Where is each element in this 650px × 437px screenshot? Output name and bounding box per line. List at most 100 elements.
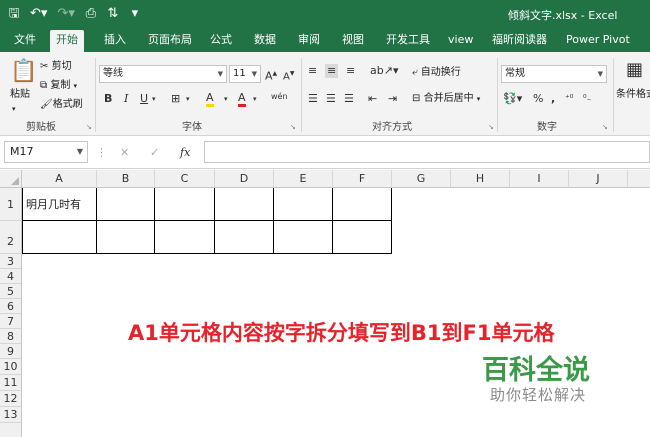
number-format-select[interactable]: 常规 ▼ <box>501 65 607 83</box>
save-icon[interactable]: 🖫 <box>8 5 20 23</box>
paste-dropdown-icon[interactable]: ▾ <box>12 102 16 116</box>
tab-file[interactable]: 文件 <box>8 30 42 52</box>
cell-c1[interactable] <box>155 188 215 221</box>
underline-dropdown-icon[interactable]: ▾ <box>152 92 156 106</box>
align-right-icon[interactable]: ☰ <box>344 92 354 106</box>
align-center-icon[interactable]: ☰ <box>326 92 336 106</box>
border-icon[interactable]: ⊞ <box>171 92 180 106</box>
row-header-8[interactable]: 8 <box>0 329 22 344</box>
undo-icon[interactable]: ↶▾ <box>30 5 47 23</box>
tab-home[interactable]: 开始 <box>50 30 84 52</box>
row-header-11[interactable]: 11 <box>0 375 22 391</box>
phonetic-icon[interactable]: wén <box>271 90 288 104</box>
align-middle-icon[interactable]: ≡ <box>325 64 339 78</box>
col-header-c[interactable]: C <box>155 170 215 188</box>
col-header-j[interactable]: J <box>569 170 628 188</box>
font-name-select[interactable]: 等线 ▼ <box>99 65 227 83</box>
border-dropdown-icon[interactable]: ▾ <box>186 92 190 106</box>
decrease-indent-icon[interactable]: ⇤ <box>368 92 377 106</box>
cell-d1[interactable] <box>215 188 274 221</box>
row-header-3[interactable]: 3 <box>0 254 22 269</box>
row-header-10[interactable]: 10 <box>0 359 22 375</box>
decrease-decimal-icon[interactable]: ⁰₋ <box>583 92 591 106</box>
row-header-12[interactable]: 12 <box>0 391 22 407</box>
insert-function-icon[interactable]: fx <box>180 146 190 159</box>
italic-button[interactable]: I <box>124 92 128 106</box>
row-header-7[interactable]: 7 <box>0 314 22 329</box>
print-preview-icon[interactable]: ⎙ <box>85 5 97 23</box>
cell-c2[interactable] <box>155 221 215 254</box>
format-painter-button[interactable]: 🖌格式刷 <box>40 98 83 112</box>
comma-button[interactable]: , <box>551 92 555 106</box>
cancel-icon[interactable]: ✕ <box>120 146 129 159</box>
cell-f2[interactable] <box>333 221 392 254</box>
decrease-font-icon[interactable]: A▼ <box>283 67 294 84</box>
fill-color-icon[interactable]: A <box>206 92 214 107</box>
cell-a1[interactable]: 明月几时有 <box>22 188 97 221</box>
tab-foxit[interactable]: 福昕阅读器 <box>486 30 553 52</box>
increase-decimal-icon[interactable]: ⁺⁰ <box>565 92 573 106</box>
sort-icon[interactable]: ⇅ <box>107 5 119 23</box>
font-color-icon[interactable]: A <box>238 92 246 107</box>
tab-page-layout[interactable]: 页面布局 <box>142 30 198 52</box>
tab-view[interactable]: 视图 <box>336 30 370 52</box>
clipboard-launcher-icon[interactable]: ↘ <box>86 123 92 131</box>
tab-insert[interactable]: 插入 <box>98 30 132 52</box>
row-header-13[interactable]: 13 <box>0 407 22 423</box>
increase-font-icon[interactable]: A▲ <box>265 67 277 84</box>
paste-button[interactable]: 粘贴 <box>10 88 30 102</box>
tab-power-pivot[interactable]: Power Pivot <box>560 30 636 52</box>
cell-d2[interactable] <box>215 221 274 254</box>
accounting-format-icon[interactable]: 💱▾ <box>503 92 522 106</box>
cell-a2[interactable] <box>22 221 97 254</box>
col-header-i[interactable]: I <box>510 170 569 188</box>
col-header-e[interactable]: E <box>274 170 333 188</box>
col-header-d[interactable]: D <box>215 170 274 188</box>
copy-button[interactable]: ⧉ 复制 ▾ <box>40 79 77 93</box>
tab-developer[interactable]: 开发工具 <box>380 30 436 52</box>
row-header-1[interactable]: 1 <box>0 188 22 221</box>
percent-button[interactable]: % <box>533 92 543 106</box>
font-launcher-icon[interactable]: ↘ <box>290 123 296 131</box>
increase-indent-icon[interactable]: ⇥ <box>388 92 397 106</box>
wrap-text-button[interactable]: ⤶ 自动换行 <box>412 66 461 80</box>
cell-e2[interactable] <box>274 221 333 254</box>
tab-data[interactable]: 数据 <box>248 30 282 52</box>
cell-b1[interactable] <box>97 188 155 221</box>
col-header-a[interactable]: A <box>22 170 97 188</box>
cell-f1[interactable] <box>333 188 392 221</box>
col-header-k[interactable] <box>628 170 650 188</box>
alignment-launcher-icon[interactable]: ↘ <box>488 123 494 131</box>
align-bottom-icon[interactable]: ≡ <box>346 64 355 78</box>
conditional-format-button[interactable]: 条件格式 <box>616 88 650 102</box>
font-color-dropdown-icon[interactable]: ▾ <box>253 92 257 106</box>
customize-icon[interactable]: ▾ <box>129 5 141 23</box>
col-header-h[interactable]: H <box>451 170 510 188</box>
fill-dropdown-icon[interactable]: ▾ <box>224 92 228 106</box>
cut-button[interactable]: ✂ 剪切 <box>40 60 72 74</box>
row-header-9[interactable]: 9 <box>0 344 22 359</box>
row-header-5[interactable]: 5 <box>0 284 22 299</box>
row-header-2[interactable]: 2 <box>0 221 22 254</box>
paste-icon[interactable]: 📋 <box>10 60 37 84</box>
cell-b2[interactable] <box>97 221 155 254</box>
conditional-format-icon[interactable]: ▦ <box>626 60 643 80</box>
tab-review[interactable]: 审阅 <box>292 30 326 52</box>
align-left-icon[interactable]: ☰ <box>308 92 318 106</box>
col-header-b[interactable]: B <box>97 170 155 188</box>
merge-center-button[interactable]: ⊟ 合并后居中 ▾ <box>412 92 480 106</box>
orientation-icon[interactable]: ab↗▾ <box>370 64 398 78</box>
redo-icon[interactable]: ↷▾ <box>57 5 74 23</box>
formula-input[interactable] <box>204 141 650 163</box>
col-header-f[interactable]: F <box>333 170 392 188</box>
align-top-icon[interactable]: ≡ <box>308 64 317 78</box>
cell-e1[interactable] <box>274 188 333 221</box>
enter-icon[interactable]: ✓ <box>150 146 159 159</box>
row-header-14[interactable] <box>0 423 22 437</box>
tab-view-en[interactable]: view <box>442 30 479 52</box>
name-box[interactable]: M17 ▼ <box>4 141 88 163</box>
select-all-corner[interactable] <box>0 170 22 188</box>
tab-formulas[interactable]: 公式 <box>204 30 238 52</box>
row-header-4[interactable]: 4 <box>0 269 22 284</box>
bold-button[interactable]: B <box>104 92 112 106</box>
